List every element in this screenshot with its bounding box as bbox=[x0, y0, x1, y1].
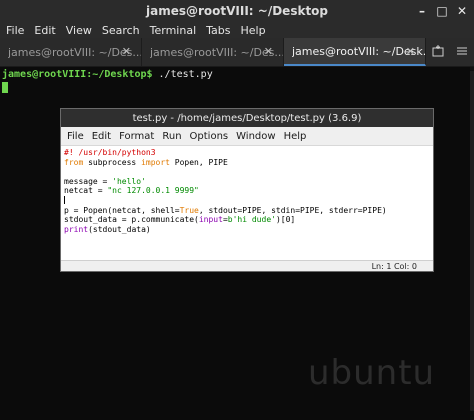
idle-status-bar: Ln: 1 Col: 0 bbox=[61, 260, 433, 271]
idle-editor-window: test.py - /home/james/Desktop/test.py (3… bbox=[60, 108, 434, 272]
terminal-cursor bbox=[2, 82, 8, 93]
scrollbar-thumb[interactable] bbox=[470, 71, 474, 411]
menu-file[interactable]: File bbox=[6, 24, 24, 37]
new-tab-icon[interactable] bbox=[432, 44, 444, 60]
idle-menu-format[interactable]: Format bbox=[119, 131, 154, 142]
menu-help[interactable]: Help bbox=[241, 24, 266, 37]
shell-prompt: james@rootVIII:~/Desktop$ bbox=[2, 69, 153, 80]
tab-tools bbox=[426, 38, 474, 66]
tab-3-active[interactable]: james@rootVIII: ~/Desk... ✕ bbox=[284, 38, 426, 66]
menu-icon[interactable] bbox=[456, 45, 468, 60]
maximize-button[interactable]: □ bbox=[436, 3, 448, 19]
idle-menu-file[interactable]: File bbox=[67, 131, 84, 142]
code-line-2: from subprocess import Popen, PIPE bbox=[64, 157, 228, 167]
idle-menu-bar: File Edit Format Run Options Window Help bbox=[61, 127, 433, 146]
menu-edit[interactable]: Edit bbox=[34, 24, 55, 37]
window-title: james@rootVIII: ~/Desktop bbox=[145, 4, 329, 18]
shell-command: ./test.py bbox=[152, 69, 213, 80]
close-tab-icon[interactable]: ✕ bbox=[406, 45, 415, 58]
minimize-button[interactable]: – bbox=[416, 3, 428, 19]
idle-title: test.py - /home/james/Desktop/test.py (3… bbox=[132, 112, 362, 124]
close-tab-icon[interactable]: ✕ bbox=[122, 45, 131, 58]
code-editor[interactable]: #! /usr/bin/python3 from subprocess impo… bbox=[61, 146, 433, 260]
code-line-8: stdout_data = p.communicate(input=b'hi d… bbox=[64, 215, 296, 225]
code-line-9: print(stdout_data) bbox=[64, 224, 151, 234]
code-line-5: netcat = "nc 127.0.0.1 9999" bbox=[64, 186, 199, 196]
idle-menu-edit[interactable]: Edit bbox=[92, 131, 111, 142]
idle-menu-help[interactable]: Help bbox=[284, 131, 307, 142]
code-line-6 bbox=[64, 196, 433, 206]
idle-menu-window[interactable]: Window bbox=[236, 131, 275, 142]
menu-terminal[interactable]: Terminal bbox=[150, 24, 197, 37]
tab-1[interactable]: james@rootVIII: ~/Des... ✕ bbox=[0, 38, 142, 66]
code-line-1: #! /usr/bin/python3 bbox=[64, 148, 156, 157]
menu-bar: File Edit View Search Terminal Tabs Help bbox=[0, 22, 474, 38]
menu-view[interactable]: View bbox=[66, 24, 92, 37]
close-window-button[interactable]: ✕ bbox=[456, 3, 468, 19]
tab-bar: james@rootVIII: ~/Des... ✕ james@rootVII… bbox=[0, 38, 474, 67]
close-tab-icon[interactable]: ✕ bbox=[264, 45, 273, 58]
cursor-position: Ln: 1 Col: 0 bbox=[371, 261, 417, 271]
menu-search[interactable]: Search bbox=[102, 24, 140, 37]
idle-menu-options[interactable]: Options bbox=[190, 131, 229, 142]
idle-title-bar: test.py - /home/james/Desktop/test.py (3… bbox=[61, 109, 433, 127]
menu-tabs[interactable]: Tabs bbox=[206, 24, 230, 37]
command-line: james@rootVIII:~/Desktop$ ./test.py bbox=[2, 69, 213, 80]
tab-2[interactable]: james@rootVIII: ~/Des... ✕ bbox=[142, 38, 284, 66]
idle-menu-run[interactable]: Run bbox=[162, 131, 181, 142]
window-controls: – □ ✕ bbox=[416, 3, 468, 19]
window-title-bar: james@rootVIII: ~/Desktop – □ ✕ bbox=[0, 0, 474, 22]
terminal-scrollbar[interactable] bbox=[470, 67, 474, 420]
text-caret bbox=[64, 196, 65, 205]
ubuntu-wallpaper-logo: ubuntu bbox=[308, 353, 436, 393]
code-line-7: p = Popen(netcat, shell=True, stdout=PIP… bbox=[64, 205, 387, 215]
code-line-4: message = 'hello' bbox=[64, 176, 146, 186]
